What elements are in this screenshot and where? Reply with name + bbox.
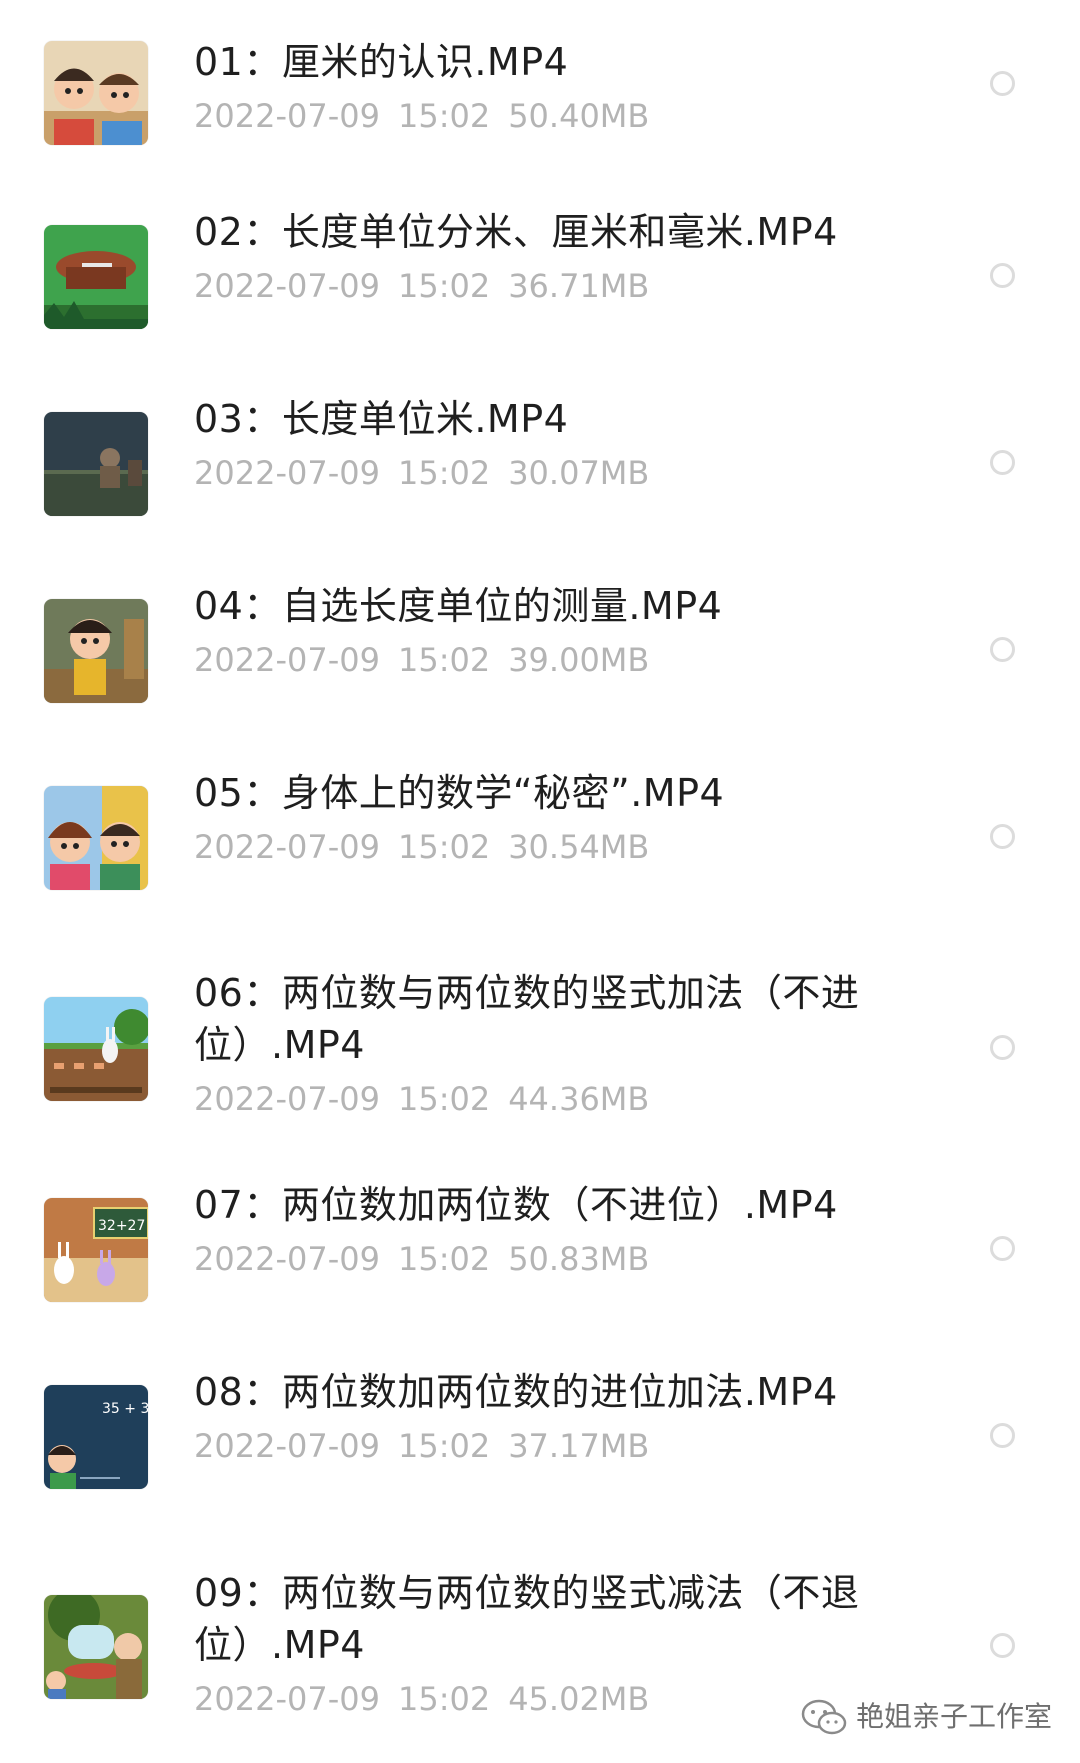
file-date: 2022-07-09 xyxy=(194,1680,380,1718)
file-date: 2022-07-09 xyxy=(194,1240,380,1278)
file-date: 2022-07-09 xyxy=(194,828,380,866)
file-meta: 2022-07-09 15:02 50.40MB xyxy=(194,94,874,138)
file-time: 15:02 xyxy=(397,454,491,492)
file-row[interactable]: 04：自选长度单位的测量.MP4 2022-07-09 15:02 39.00MB xyxy=(0,584,1080,709)
file-time: 15:02 xyxy=(397,267,491,305)
select-radio[interactable] xyxy=(990,637,1015,662)
blue-board-kid-icon: 35 + 3 xyxy=(44,1385,148,1489)
svg-text:32+27: 32+27 xyxy=(98,1218,145,1234)
file-size: 45.02MB xyxy=(508,1680,650,1718)
select-radio[interactable] xyxy=(990,1423,1015,1448)
file-text: 02：长度单位分米、厘米和毫米.MP4 2022-07-09 15:02 36.71… xyxy=(194,206,874,308)
file-size: 30.54MB xyxy=(508,828,650,866)
file-text: 07：两位数加两位数（不进位）.MP4 2022-07-09 15:02 50.83… xyxy=(194,1179,874,1281)
file-time: 15:02 xyxy=(397,641,491,679)
cartoon-children-icon xyxy=(44,41,148,145)
file-time: 15:02 xyxy=(397,97,491,135)
select-radio[interactable] xyxy=(990,824,1015,849)
file-meta: 2022-07-09 15:02 44.36MB xyxy=(194,1077,874,1121)
file-meta: 2022-07-09 15:02 30.07MB xyxy=(194,451,874,495)
file-meta: 2022-07-09 15:02 37.17MB xyxy=(194,1424,874,1468)
watermark: 艳姐亲子工作室 xyxy=(800,1697,1052,1737)
file-text: 08：两位数加两位数的进位加法.MP4 2022-07-09 15:02 37.17… xyxy=(194,1366,874,1468)
file-row[interactable]: 03：长度单位米.MP4 2022-07-09 15:02 30.07MB xyxy=(0,397,1080,522)
file-size: 37.17MB xyxy=(508,1427,650,1465)
select-radio[interactable] xyxy=(990,1633,1015,1658)
select-radio[interactable] xyxy=(990,1035,1015,1060)
file-date: 2022-07-09 xyxy=(194,1080,380,1118)
file-row[interactable]: 02：长度单位分米、厘米和毫米.MP4 2022-07-09 15:02 36.71… xyxy=(0,210,1080,335)
file-name: 09：两位数与两位数的竖式减法（不退位）.MP4 xyxy=(194,1571,860,1667)
file-row[interactable]: 35 + 3 08：两位数加两位数的进位加法.MP4 2022-07-09 15:… xyxy=(0,1370,1080,1495)
file-time: 15:02 xyxy=(397,1427,491,1465)
file-meta: 2022-07-09 15:02 50.83MB xyxy=(194,1237,874,1281)
file-size: 39.00MB xyxy=(508,641,650,679)
file-row[interactable]: 01：厘米的认识.MP4 2022-07-09 15:02 50.40MB xyxy=(0,38,1080,148)
table-ruler-icon xyxy=(44,225,148,329)
forest-elder-icon xyxy=(44,1595,148,1699)
select-radio[interactable] xyxy=(990,450,1015,475)
file-time: 15:02 xyxy=(397,828,491,866)
svg-text:35 + 3: 35 + 3 xyxy=(102,1401,148,1417)
select-radio[interactable] xyxy=(990,263,1015,288)
file-text: 01：厘米的认识.MP4 2022-07-09 15:02 50.40MB xyxy=(194,36,874,138)
file-size: 50.83MB xyxy=(508,1240,650,1278)
wechat-icon xyxy=(801,1699,847,1735)
file-date: 2022-07-09 xyxy=(194,267,380,305)
file-meta: 2022-07-09 15:02 36.71MB xyxy=(194,264,874,308)
file-date: 2022-07-09 xyxy=(194,97,380,135)
select-radio[interactable] xyxy=(990,1236,1015,1261)
file-meta: 2022-07-09 15:02 39.00MB xyxy=(194,638,874,682)
file-name: 08：两位数加两位数的进位加法.MP4 xyxy=(194,1370,838,1414)
file-time: 15:02 xyxy=(397,1680,491,1718)
file-size: 44.36MB xyxy=(508,1080,650,1118)
file-size: 36.71MB xyxy=(508,267,650,305)
file-date: 2022-07-09 xyxy=(194,641,380,679)
file-list: 01：厘米的认识.MP4 2022-07-09 15:02 50.40MB 02：长… xyxy=(0,0,1080,1763)
file-name: 06：两位数与两位数的竖式加法（不进位）.MP4 xyxy=(194,971,860,1067)
file-text: 06：两位数与两位数的竖式加法（不进位）.MP4 2022-07-09 15:02… xyxy=(194,967,874,1121)
file-name: 07：两位数加两位数（不进位）.MP4 xyxy=(194,1183,838,1227)
file-size: 30.07MB xyxy=(508,454,650,492)
cartoon-kids-icon xyxy=(44,786,148,890)
file-meta: 2022-07-09 15:02 45.02MB xyxy=(194,1677,874,1721)
file-row[interactable]: 06：两位数与两位数的竖式加法（不进位）.MP4 2022-07-09 15:02… xyxy=(0,971,1080,1133)
file-size: 50.40MB xyxy=(508,97,650,135)
file-row[interactable]: 05：身体上的数学“秘密”.MP4 2022-07-09 15:02 30.54MB xyxy=(0,771,1080,896)
file-meta: 2022-07-09 15:02 30.54MB xyxy=(194,825,874,869)
file-date: 2022-07-09 xyxy=(194,1427,380,1465)
file-date: 2022-07-09 xyxy=(194,454,380,492)
file-name: 03：长度单位米.MP4 xyxy=(194,397,569,441)
file-name: 02：长度单位分米、厘米和毫米.MP4 xyxy=(194,210,838,254)
file-name: 05：身体上的数学“秘密”.MP4 xyxy=(194,771,725,815)
night-field-icon xyxy=(44,412,148,516)
file-text: 04：自选长度单位的测量.MP4 2022-07-09 15:02 39.00MB xyxy=(194,580,874,682)
cartoon-girl-icon xyxy=(44,599,148,703)
file-text: 05：身体上的数学“秘密”.MP4 2022-07-09 15:02 30.54MB xyxy=(194,767,874,869)
watermark-text: 艳姐亲子工作室 xyxy=(855,1700,1052,1733)
file-row[interactable]: 32+27 07：两位数加两位数（不进位）.MP4 2022-07-09 15:0… xyxy=(0,1183,1080,1308)
file-time: 15:02 xyxy=(397,1240,491,1278)
blackboard-rabbits-icon: 32+27 xyxy=(44,1198,148,1302)
file-text: 03：长度单位米.MP4 2022-07-09 15:02 30.07MB xyxy=(194,393,874,495)
file-name: 04：自选长度单位的测量.MP4 xyxy=(194,584,723,628)
file-name: 01：厘米的认识.MP4 xyxy=(194,40,569,84)
file-text: 09：两位数与两位数的竖式减法（不退位）.MP4 2022-07-09 15:02… xyxy=(194,1567,874,1721)
select-radio[interactable] xyxy=(990,71,1015,96)
garden-rabbit-icon xyxy=(44,997,148,1101)
file-time: 15:02 xyxy=(397,1080,491,1118)
